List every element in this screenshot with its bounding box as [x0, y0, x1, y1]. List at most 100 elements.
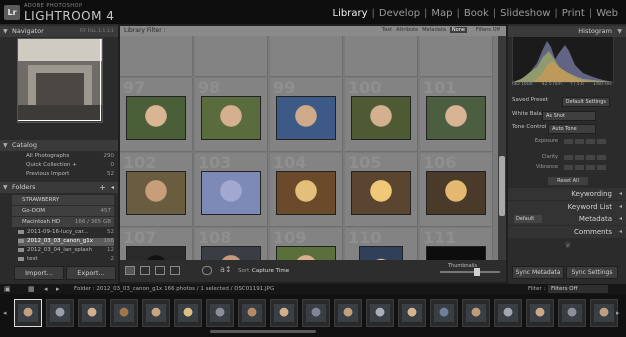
filmstrip-thumbnail[interactable] — [142, 299, 170, 327]
photo-thumbnail[interactable] — [426, 246, 486, 260]
grid-cell[interactable]: 105 — [345, 153, 418, 227]
filmstrip-left-arrow-icon[interactable]: ◂ — [3, 309, 7, 317]
grid-cell[interactable]: 98 — [195, 78, 268, 152]
catalog-item[interactable]: Quick Collection +0 — [26, 162, 114, 170]
folders-header[interactable]: ▼ Folders + ◂ — [0, 182, 118, 193]
sync-settings-button[interactable]: Sync Settings — [566, 266, 618, 279]
photo-thumbnail[interactable] — [201, 171, 261, 215]
catalog-item[interactable]: Previous Import 52 — [26, 171, 114, 179]
filter-state[interactable]: Filters Off — [476, 27, 500, 33]
photo-thumbnail[interactable] — [351, 171, 411, 215]
keywording-header[interactable]: Keywording ◂ — [508, 188, 626, 200]
sort-direction-icon[interactable]: a↕ — [220, 265, 232, 274]
grid-view-icon[interactable] — [125, 266, 135, 275]
compare-view-icon[interactable] — [155, 266, 165, 275]
reset-all-button[interactable]: Reset All — [548, 177, 588, 185]
photo-thumbnail[interactable] — [276, 246, 336, 260]
filmstrip-right-arrow-icon[interactable]: ▸ — [616, 309, 620, 317]
grid-cell[interactable]: 104 — [270, 153, 343, 227]
grid-cell[interactable]: 97 — [120, 78, 193, 152]
zoom-options[interactable]: FIT FILL 1:1 3:1 — [80, 26, 114, 37]
filter-metadata[interactable]: Metadata — [422, 27, 446, 33]
catalog-item[interactable]: All Photographs 290 — [26, 153, 114, 161]
photo-thumbnail[interactable] — [351, 96, 411, 140]
filmstrip-thumbnail[interactable] — [590, 299, 618, 327]
add-folder-icon[interactable]: + — [99, 182, 106, 193]
grid-cell[interactable] — [345, 36, 418, 77]
module-develop[interactable]: Develop — [375, 8, 424, 19]
filmstrip-thumbnail[interactable] — [334, 299, 362, 327]
module-print[interactable]: Print — [558, 8, 589, 19]
grid-cell[interactable]: 111 — [420, 228, 493, 260]
volume-row[interactable]: Go-DOM 457 — [12, 206, 114, 216]
module-library[interactable]: Library — [329, 8, 372, 19]
photo-thumbnail[interactable] — [126, 246, 186, 260]
filmstrip-thumbnail[interactable] — [302, 299, 330, 327]
module-slideshow[interactable]: Slideshow — [496, 8, 554, 19]
module-web[interactable]: Web — [592, 8, 622, 19]
grid-cell[interactable] — [195, 36, 268, 77]
grid-cell[interactable]: 101 — [420, 78, 493, 152]
filter-attribute[interactable]: Attribute — [396, 27, 418, 33]
module-book[interactable]: Book — [460, 8, 493, 19]
keyword-list-header[interactable]: Keyword List ◂ — [508, 201, 626, 213]
filmstrip-thumbnail[interactable] — [46, 299, 74, 327]
sync-metadata-button[interactable]: Sync Metadata — [512, 266, 564, 279]
filmstrip-thumbnail[interactable] — [78, 299, 106, 327]
photo-thumbnail[interactable] — [426, 96, 486, 140]
grid-cell[interactable]: 110 — [345, 228, 418, 260]
filmstrip-filter-select[interactable]: Filters Off — [548, 285, 608, 293]
loupe-view-icon[interactable] — [140, 266, 150, 275]
catalog-header[interactable]: ▼ Catalog — [0, 140, 118, 151]
grid-cell[interactable]: 108 — [195, 228, 268, 260]
exposure-steppers[interactable] — [564, 139, 606, 144]
grid-cell[interactable]: 109 — [270, 228, 343, 260]
survey-view-icon[interactable] — [170, 266, 180, 275]
histogram[interactable] — [512, 36, 614, 83]
navigator-header[interactable]: ▼ Navigator FIT FILL 1:1 3:1 — [0, 26, 118, 37]
filter-text[interactable]: Text — [382, 27, 392, 33]
photo-thumbnail[interactable] — [126, 171, 186, 215]
filmstrip-scrollbar[interactable] — [210, 330, 316, 333]
back-arrow-icon[interactable]: ◂ — [44, 285, 48, 293]
module-map[interactable]: Map — [427, 8, 456, 19]
filmstrip-thumbnail[interactable] — [558, 299, 586, 327]
saved-preset-select[interactable]: Default Settings — [561, 97, 610, 107]
export-button[interactable]: Export... — [66, 266, 116, 280]
navigator-preview[interactable] — [17, 38, 103, 123]
filmstrip-thumbnail[interactable] — [430, 299, 458, 327]
photo-thumbnail[interactable] — [426, 171, 486, 215]
filmstrip-thumbnail[interactable] — [14, 299, 42, 327]
vibrance-steppers[interactable] — [564, 165, 606, 170]
comments-header[interactable]: Comments ◂ — [508, 226, 626, 238]
navigator-frame[interactable] — [18, 39, 101, 121]
volume-row[interactable]: STRAWBERRY — [12, 195, 114, 205]
forward-arrow-icon[interactable]: ▸ — [56, 285, 60, 293]
second-window-icon[interactable]: ▣ — [4, 285, 11, 293]
filmstrip-thumbnail[interactable] — [238, 299, 266, 327]
volume-row[interactable]: Macintosh HD 166 / 365 GB — [12, 217, 114, 227]
photo-thumbnail[interactable] — [359, 246, 403, 260]
auto-tone-button[interactable]: Auto Tone — [548, 124, 596, 134]
grid-cell[interactable] — [420, 36, 493, 77]
folder-item[interactable]: 2011-09-16-lucy_car... 52 — [18, 229, 114, 237]
photo-thumbnail[interactable] — [276, 96, 336, 140]
painter-icon[interactable] — [202, 266, 212, 275]
grid-scrollbar[interactable] — [498, 36, 506, 260]
folder-menu-icon[interactable]: ◂ — [111, 182, 114, 193]
filmstrip-source[interactable]: Folder : 2012_03_03_canon_g1x 166 photos… — [74, 286, 274, 292]
filmstrip-thumbnail[interactable] — [462, 299, 490, 327]
filmstrip-thumbnail[interactable] — [206, 299, 234, 327]
filter-none[interactable]: None — [449, 27, 467, 33]
grid-cell[interactable]: 107 — [120, 228, 193, 260]
filmstrip-thumbnail[interactable] — [270, 299, 298, 327]
grid-cell[interactable] — [120, 36, 193, 77]
folder-item[interactable]: 2012_03_04_lan_splash 12 — [18, 247, 114, 255]
thumbnail-size-slider[interactable] — [440, 268, 500, 276]
grid-cell[interactable]: 106 — [420, 153, 493, 227]
clarity-steppers[interactable] — [564, 155, 606, 160]
filmstrip-thumbnail[interactable] — [494, 299, 522, 327]
scrollbar-thumb[interactable] — [499, 156, 505, 216]
filmstrip-thumbnail[interactable] — [366, 299, 394, 327]
slider-knob[interactable] — [474, 268, 480, 276]
